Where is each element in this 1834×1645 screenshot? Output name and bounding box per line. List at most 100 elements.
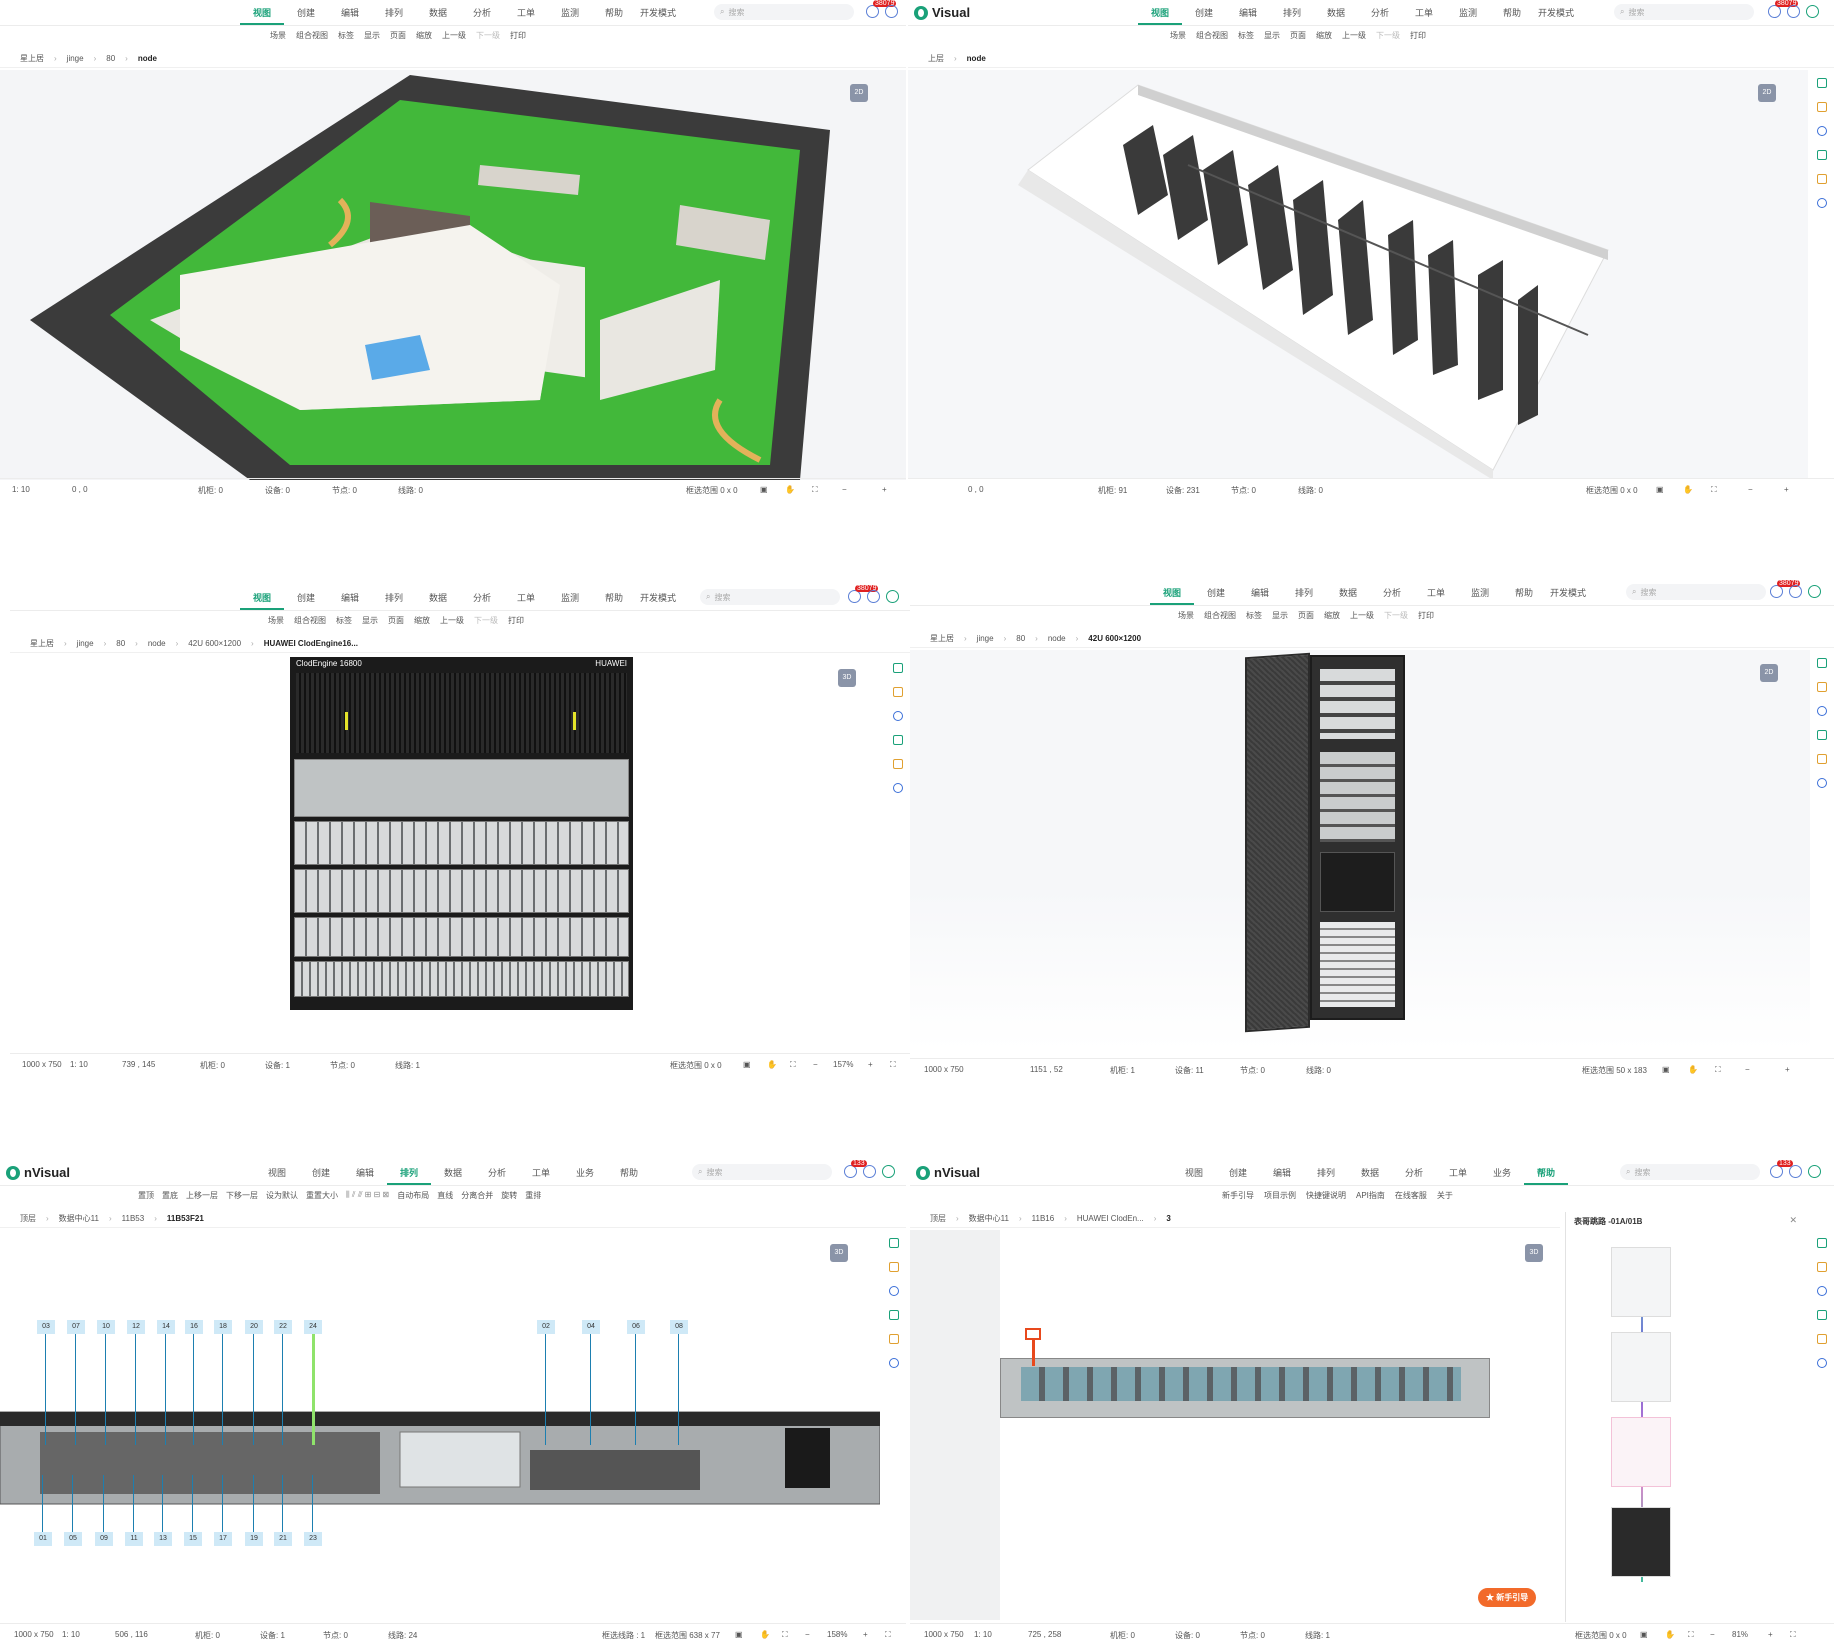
notification-icon[interactable]: 133 bbox=[1770, 1160, 1793, 1178]
view-toggle-button[interactable]: 3D bbox=[1525, 1244, 1543, 1262]
port-link-line[interactable] bbox=[282, 1475, 283, 1532]
crumb-item[interactable]: jinge bbox=[67, 54, 84, 63]
up-level-button[interactable]: 上一级 bbox=[1342, 30, 1366, 41]
fit-icon[interactable]: ⛶ bbox=[1790, 1630, 1796, 1640]
bottom-port-label[interactable]: 05 bbox=[64, 1532, 82, 1546]
menu-view[interactable]: 视图 bbox=[1172, 1166, 1216, 1185]
menu-view[interactable]: 视图 bbox=[255, 1166, 299, 1185]
monitor-icon[interactable] bbox=[889, 1358, 899, 1368]
menu-view[interactable]: 视图 bbox=[240, 6, 284, 25]
pan-icon[interactable]: ✋ bbox=[767, 1060, 777, 1069]
print-button[interactable]: 打印 bbox=[508, 615, 524, 626]
api-guide-button[interactable]: API指南 bbox=[1356, 1190, 1385, 1201]
trace-node[interactable] bbox=[1611, 1507, 1671, 1577]
rearrange-button[interactable]: 重排 bbox=[525, 1190, 541, 1201]
settings-icon[interactable] bbox=[1787, 5, 1800, 18]
fullscreen-icon[interactable]: ⛶ bbox=[1711, 485, 1717, 495]
menu-monitor[interactable]: 监测 bbox=[548, 6, 592, 25]
menu-analysis[interactable]: 分析 bbox=[1358, 6, 1402, 25]
menu-create[interactable]: 创建 bbox=[1194, 586, 1238, 605]
menu-arrange[interactable]: 排列 bbox=[1282, 586, 1326, 605]
storage-unit[interactable] bbox=[1320, 852, 1395, 912]
trace-node[interactable] bbox=[1611, 1247, 1671, 1317]
display-button[interactable]: 显示 bbox=[1272, 610, 1288, 621]
settings-icon[interactable] bbox=[867, 590, 880, 603]
menu-edit[interactable]: 编辑 bbox=[1260, 1166, 1304, 1185]
patch-panel[interactable] bbox=[1320, 922, 1395, 1007]
fullscreen-icon[interactable]: ⛶ bbox=[1715, 1065, 1721, 1075]
pan-icon[interactable]: ✋ bbox=[1688, 1065, 1698, 1074]
page-button[interactable]: 页面 bbox=[1298, 610, 1314, 621]
crumb-item[interactable]: 星上居 bbox=[930, 633, 954, 644]
print-button[interactable]: 打印 bbox=[1410, 30, 1426, 41]
page-button[interactable]: 页面 bbox=[388, 615, 404, 626]
menu-analysis[interactable]: 分析 bbox=[475, 1166, 519, 1185]
port-link-line[interactable] bbox=[72, 1475, 73, 1532]
scene-button[interactable]: 场景 bbox=[270, 30, 286, 41]
display-button[interactable]: 显示 bbox=[364, 30, 380, 41]
menu-arrange[interactable]: 排列 bbox=[1304, 1166, 1348, 1185]
line-card[interactable] bbox=[294, 917, 629, 957]
zoom-in-icon[interactable]: + bbox=[1785, 1065, 1790, 1074]
linecard[interactable] bbox=[1000, 1358, 1490, 1418]
bring-to-front-button[interactable]: 置顶 bbox=[138, 1190, 154, 1201]
combo-view-button[interactable]: 组合视图 bbox=[296, 30, 328, 41]
port-link-line[interactable] bbox=[312, 1334, 315, 1445]
bottom-port-label[interactable]: 11 bbox=[125, 1532, 143, 1546]
menu-analysis[interactable]: 分析 bbox=[1370, 586, 1414, 605]
menu-view[interactable]: 视图 bbox=[1150, 586, 1194, 605]
port-link-line[interactable] bbox=[253, 1475, 254, 1532]
port-link-line[interactable] bbox=[75, 1334, 76, 1445]
document-icon[interactable] bbox=[1817, 682, 1827, 692]
pan-icon[interactable]: ✋ bbox=[785, 485, 795, 494]
notification-icon[interactable]: 38079 bbox=[866, 0, 897, 18]
select-mode-icon[interactable]: ▣ bbox=[760, 485, 768, 494]
monitor-icon[interactable] bbox=[1817, 198, 1827, 208]
menu-data[interactable]: 数据 bbox=[416, 591, 460, 610]
scene-button[interactable]: 场景 bbox=[1178, 610, 1194, 621]
menu-analysis[interactable]: 分析 bbox=[460, 591, 504, 610]
fullscreen-icon[interactable]: ⛶ bbox=[1688, 1630, 1694, 1640]
beginner-guide-button[interactable]: 新手引导 bbox=[1222, 1190, 1254, 1201]
crumb-item[interactable]: node bbox=[1048, 634, 1066, 643]
port-link-line[interactable] bbox=[282, 1334, 283, 1445]
user-avatar-icon[interactable] bbox=[1808, 585, 1821, 598]
grid-icon[interactable] bbox=[889, 1334, 899, 1344]
settings-icon[interactable] bbox=[885, 5, 898, 18]
menu-arrange[interactable]: 排列 bbox=[372, 591, 416, 610]
port-link-line[interactable] bbox=[42, 1475, 43, 1532]
about-button[interactable]: 关于 bbox=[1437, 1190, 1453, 1201]
crumb-item[interactable]: HUAWEI ClodEn... bbox=[1077, 1214, 1144, 1223]
zoom-button[interactable]: 缩放 bbox=[414, 615, 430, 626]
mpu-card[interactable] bbox=[294, 759, 629, 817]
bottom-port-label[interactable]: 21 bbox=[274, 1532, 292, 1546]
grid-icon[interactable] bbox=[1817, 754, 1827, 764]
straight-line-button[interactable]: 直线 bbox=[437, 1190, 453, 1201]
send-to-back-button[interactable]: 置底 bbox=[162, 1190, 178, 1201]
menu-monitor[interactable]: 监测 bbox=[548, 591, 592, 610]
port-link-line[interactable] bbox=[590, 1334, 591, 1445]
menu-data[interactable]: 数据 bbox=[1314, 6, 1358, 25]
grid-icon[interactable] bbox=[893, 759, 903, 769]
zoom-in-icon[interactable]: + bbox=[1768, 1630, 1773, 1639]
trace-node[interactable] bbox=[1611, 1417, 1671, 1487]
menu-workorder[interactable]: 工单 bbox=[519, 1166, 563, 1185]
line-card[interactable] bbox=[294, 821, 629, 865]
search-input[interactable]: ⌕ 搜索 bbox=[1620, 1164, 1760, 1180]
down-level-button[interactable]: 下一级 bbox=[1384, 610, 1408, 621]
online-support-button[interactable]: 在线客服 bbox=[1395, 1190, 1427, 1201]
menu-help[interactable]: 帮助 bbox=[592, 591, 636, 610]
crumb-item[interactable]: 11B53 bbox=[122, 1214, 145, 1223]
menu-business[interactable]: 业务 bbox=[1480, 1166, 1524, 1185]
line-card[interactable] bbox=[294, 961, 629, 997]
label-button[interactable]: 标签 bbox=[1238, 30, 1254, 41]
close-icon[interactable]: ✕ bbox=[1789, 1215, 1797, 1226]
port-link-line[interactable] bbox=[162, 1475, 163, 1532]
zoom-out-icon[interactable]: − bbox=[1710, 1630, 1715, 1639]
settings-icon[interactable] bbox=[1789, 585, 1802, 598]
bottom-port-label[interactable]: 09 bbox=[95, 1532, 113, 1546]
view-toggle-button[interactable]: 2D bbox=[1760, 664, 1778, 682]
crumb-item[interactable]: 星上居 bbox=[30, 638, 54, 649]
menu-help[interactable]: 帮助 bbox=[607, 1166, 651, 1185]
top-port-label[interactable]: 04 bbox=[582, 1320, 600, 1334]
